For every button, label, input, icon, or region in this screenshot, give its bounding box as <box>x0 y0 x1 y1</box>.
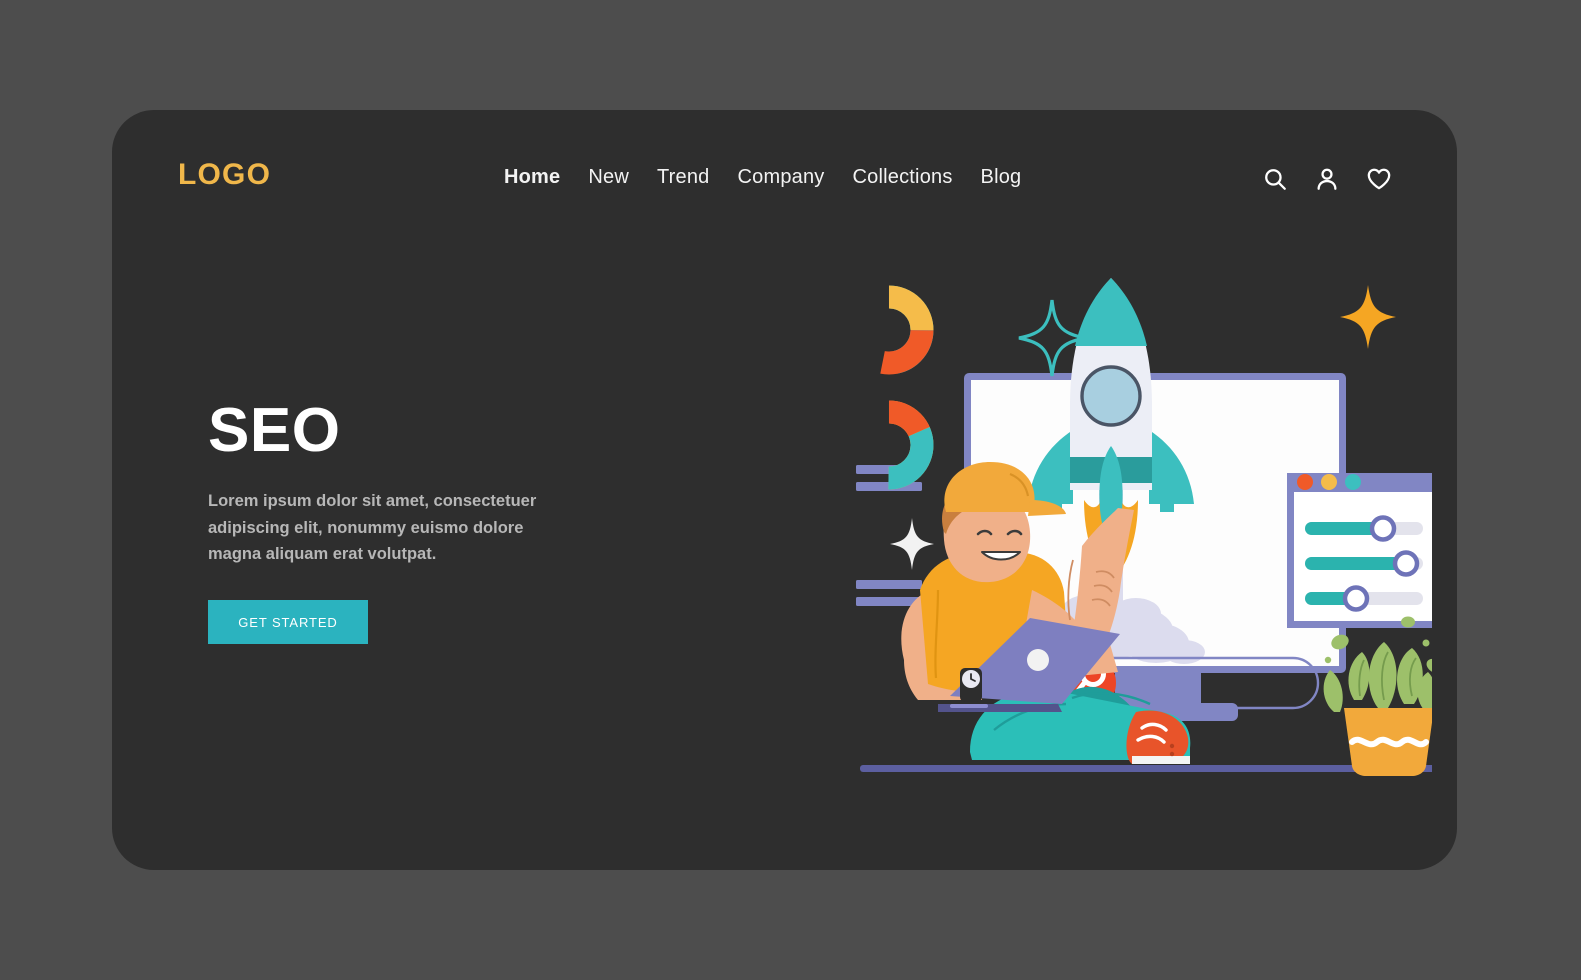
nav-item-collections[interactable]: Collections <box>853 166 953 189</box>
nav-item-company[interactable]: Company <box>738 166 825 189</box>
panel-dot-red <box>1297 474 1313 490</box>
page-root: LOGO Home New Trend Company Collections … <box>0 0 1581 980</box>
search-icon[interactable] <box>1262 166 1288 192</box>
settings-slider-panel <box>1287 473 1432 628</box>
main-navigation: Home New Trend Company Collections Blog <box>504 166 1021 189</box>
hero-paragraph: Lorem ipsum dolor sit amet, consectetuer… <box>208 492 537 564</box>
sparkle-white-solid <box>890 518 934 570</box>
sparkle-amber-solid <box>1340 285 1396 349</box>
panel-dot-teal <box>1345 474 1361 490</box>
panel-dot-amber <box>1321 474 1337 490</box>
nav-item-blog[interactable]: Blog <box>981 166 1022 189</box>
rocket-window <box>1080 365 1142 427</box>
logo[interactable]: LOGO <box>178 158 271 192</box>
header-icon-group <box>1262 166 1392 192</box>
nav-item-home[interactable]: Home <box>504 166 560 189</box>
donut-chart-top <box>844 285 934 375</box>
nav-item-new[interactable]: New <box>588 166 629 189</box>
chart-bar-3 <box>856 580 922 589</box>
user-icon[interactable] <box>1314 166 1340 192</box>
site-header: LOGO Home New Trend Company Collections … <box>112 110 1457 260</box>
ground-line <box>860 765 1432 772</box>
page-title: SEO <box>208 396 341 465</box>
person-watch <box>960 668 982 702</box>
nav-item-trend[interactable]: Trend <box>657 166 710 189</box>
hero-card: LOGO Home New Trend Company Collections … <box>112 110 1457 870</box>
pot-pattern <box>1349 736 1429 748</box>
seo-illustration <box>732 260 1432 860</box>
laptop-logo <box>1027 649 1049 671</box>
hero-copy: SEO Lorem ipsum dolor sit amet, consecte… <box>208 396 628 645</box>
potted-plant <box>1323 616 1432 776</box>
heart-icon[interactable] <box>1366 166 1392 192</box>
get-started-button[interactable]: GET STARTED <box>208 600 368 645</box>
rocket-nose <box>1075 278 1147 346</box>
